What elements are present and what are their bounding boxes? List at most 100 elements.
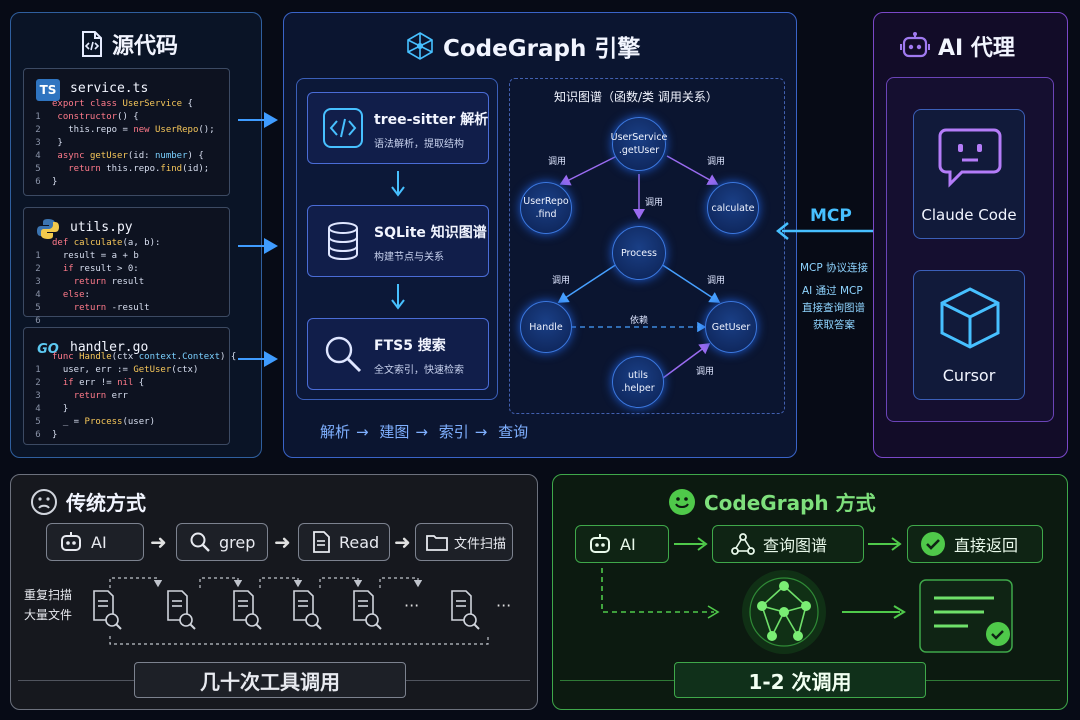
traditional-result: 几十次工具调用 (134, 662, 406, 698)
line-code: constructor() { (57, 112, 139, 122)
codegraph-title-text: CodeGraph 方式 (704, 491, 876, 515)
search-icon (325, 336, 362, 373)
code-line: export class UserService { (24, 99, 193, 109)
mcp-protocol-label: MCP 协议连接 (800, 262, 869, 274)
line-code: async getUser(id: number) { (57, 151, 204, 161)
line-number: 6 (35, 430, 41, 440)
arrow-icon: ➜ (394, 530, 411, 554)
trad-step-read[interactable]: Read (298, 523, 390, 561)
step-label: 直接返回 (954, 536, 1019, 555)
traditional-title-text: 传统方式 (66, 491, 146, 515)
codegraph-title: CodeGraph 方式 (668, 487, 876, 516)
trad-step-file-scan[interactable]: 文件扫描 (415, 523, 513, 561)
line-code: export class UserService { (52, 99, 193, 109)
happy-face-icon (669, 488, 695, 515)
agent-cursor[interactable]: Cursor (913, 270, 1025, 400)
mcp-desc-line2: 直接查询图谱 (802, 302, 865, 314)
node-calculate[interactable]: calculate (707, 182, 759, 234)
file-name: service.ts (70, 81, 149, 96)
edge-label-call: 调用 (548, 157, 567, 167)
trad-step-ai[interactable]: AI (46, 523, 144, 561)
node-getuser[interactable]: GetUser (705, 301, 757, 353)
code-card-handler-go[interactable]: GO handler.go func Handle(ctx context.Co… (23, 327, 236, 445)
line-number: 3 (35, 277, 41, 287)
many-files-label: 大量文件 (24, 608, 73, 622)
code-card-utils-py[interactable]: utils.py def calculate(a, b): 1 result = … (23, 207, 230, 326)
trad-step-grep[interactable]: grep (176, 523, 268, 561)
edge-label-call: 调用 (645, 198, 664, 208)
edge-label-call: 调用 (696, 367, 715, 377)
line-number: 4 (35, 151, 41, 161)
code-line: 1 constructor() { (24, 112, 139, 122)
arrow-icon (868, 537, 902, 551)
step-label: AI (91, 532, 107, 552)
chat-bot-icon (938, 128, 1002, 188)
line-code: if err != nil { (62, 378, 145, 388)
traditional-title: 传统方式 (30, 487, 146, 516)
code-card-service-ts[interactable]: TS service.ts export class UserService {… (23, 68, 230, 196)
node-userservice-getuser[interactable]: UserService .getUser (610, 117, 668, 171)
node-label-line: UserService (610, 132, 668, 143)
node-utils-helper[interactable]: utils .helper (612, 356, 664, 408)
line-number: 1 (35, 251, 41, 261)
source-to-engine-arrows (238, 112, 278, 367)
code-line: 5 _ = Process(user) (24, 417, 155, 427)
arrow-icon: ➜ (150, 530, 167, 554)
line-code: result = a + b (62, 251, 139, 261)
line-number: 6 (35, 316, 41, 326)
cg-step-query-graph[interactable]: 查询图谱 (712, 525, 864, 563)
node-handle[interactable]: Handle (520, 301, 572, 353)
flow-parse: 解析 (320, 423, 351, 441)
code-line: 4 } (24, 404, 68, 414)
step-label: AI (620, 534, 636, 554)
code-line: 4 else: (24, 290, 90, 300)
pipeline-flow: 解析 → 建图 → 索引 → 查询 (320, 423, 529, 441)
line-number: 3 (35, 138, 41, 148)
code-icon (323, 108, 363, 148)
cg-step-ai[interactable]: AI (575, 525, 669, 563)
agent-claude-code[interactable]: Claude Code (913, 109, 1025, 239)
file-code-icon (82, 31, 102, 57)
code-line: 1 result = a + b (24, 251, 139, 261)
engine-panel-title: CodeGraph 引擎 (405, 29, 640, 63)
robot-icon (61, 532, 81, 551)
database-icon (328, 222, 358, 261)
code-line: 4 async getUser(id: number) { (24, 151, 204, 161)
step-sqlite[interactable]: SQLite 知识图谱 构建节点与关系 (307, 205, 489, 277)
source-title-text: 源代码 (112, 34, 179, 59)
code-line: 3 return err (24, 391, 128, 401)
repeated-scan-icons (93, 577, 489, 645)
check-circle-icon (921, 532, 945, 556)
line-number: 4 (35, 290, 41, 300)
code-line: 6} (24, 430, 57, 440)
node-label-line: .helper (621, 383, 655, 394)
edge-label-call: 调用 (707, 276, 726, 286)
line-code: user, err := GetUser(ctx) (62, 365, 199, 375)
ellipsis: ··· (404, 596, 420, 615)
line-number: 5 (35, 303, 41, 313)
line-code: return this.repo.find(id); (68, 164, 210, 174)
code-line: 6 (24, 316, 52, 326)
step-tree-sitter[interactable]: tree-sitter 解析 语法解析，提取结构 (307, 92, 489, 164)
cg-step-direct-return[interactable]: 直接返回 (907, 525, 1043, 563)
code-line: 3 return result (24, 277, 144, 287)
sad-face-icon (31, 488, 57, 515)
node-userrepo-find[interactable]: UserRepo .find (520, 182, 572, 234)
node-process[interactable]: Process (612, 226, 666, 280)
line-code: def calculate(a, b): (52, 238, 161, 248)
line-number: 5 (35, 164, 41, 174)
line-number: 1 (35, 365, 41, 375)
line-number: 6 (35, 177, 41, 187)
codegraph-result: 1-2 次调用 (674, 662, 926, 698)
step-title: tree-sitter 解析 (374, 112, 489, 128)
step-fts5[interactable]: FTS5 搜索 全文索引，快速检索 (307, 318, 489, 390)
agent-label: Cursor (942, 366, 996, 385)
line-code: } (52, 138, 63, 148)
document-icon (313, 531, 330, 553)
step-title: SQLite 知识图谱 (374, 225, 487, 241)
node-label-line: .find (535, 209, 557, 220)
line-code: return result (73, 277, 145, 287)
code-line: 2 this.repo = new UserRepo(); (24, 125, 214, 135)
step-label: 文件扫描 (454, 536, 507, 552)
line-number: 2 (35, 125, 41, 135)
